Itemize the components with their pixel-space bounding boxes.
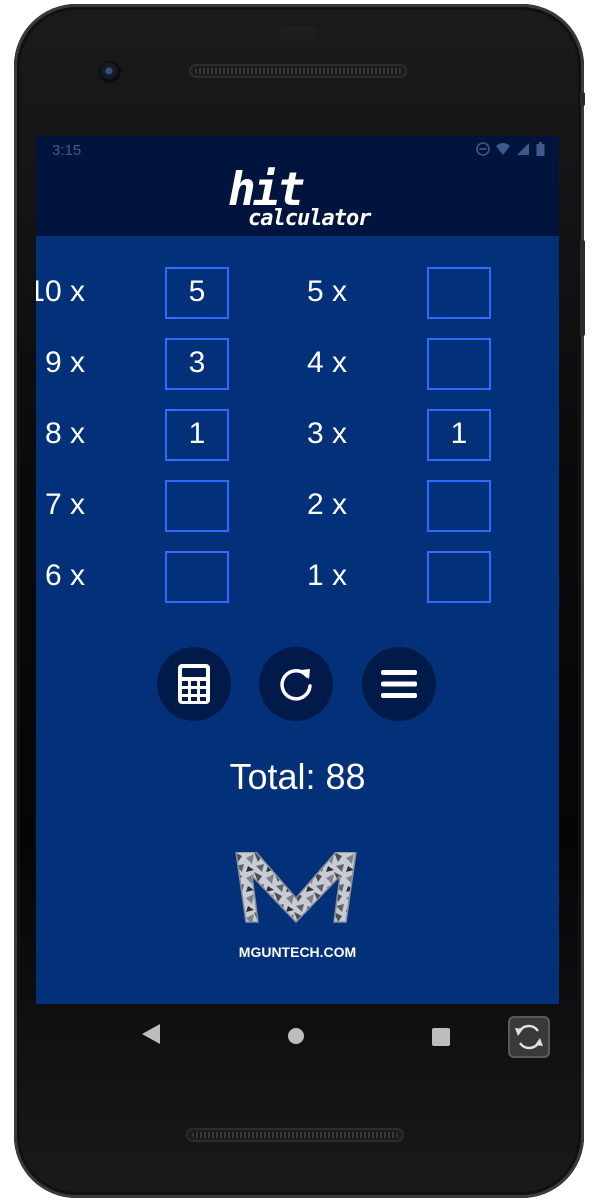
menu-button[interactable] [362, 647, 436, 721]
top-speaker-grille [189, 64, 407, 78]
brand-text: MGUNTECH.COM [238, 944, 357, 960]
status-bar: 3:15 [36, 136, 559, 164]
multiplier-label: 10 x [36, 275, 85, 308]
app-logo-subtitle: calculator [248, 206, 371, 231]
rotate-icon [515, 1024, 543, 1050]
multiplier-label: 8 x [44, 417, 85, 450]
bottom-speaker-grille [186, 1128, 404, 1142]
calculator-icon [178, 664, 210, 704]
app-header: hit calculator [36, 164, 559, 236]
multiplier-label: 1 x [306, 559, 347, 592]
calculate-button[interactable] [157, 647, 231, 721]
volume-button [580, 240, 585, 336]
earpiece [278, 26, 318, 40]
hit-count-input-2[interactable] [427, 480, 491, 532]
wifi-icon [496, 143, 510, 155]
refresh-icon [280, 668, 312, 701]
home-icon[interactable] [288, 1028, 304, 1044]
hit-count-input-5[interactable] [427, 267, 491, 319]
system-nav-bar [36, 1004, 559, 1066]
multiplier-label: 7 x [44, 488, 85, 521]
menu-icon [381, 670, 417, 698]
recent-apps-icon[interactable] [432, 1028, 450, 1046]
rotate-screen-button[interactable] [508, 1016, 550, 1058]
multiplier-label: 2 x [306, 488, 347, 521]
hit-count-input-8[interactable]: 1 [165, 409, 229, 461]
app-screen: 3:15 hit calculator 10 x 5 9 x 3 8 x 1 7… [36, 136, 559, 1004]
multiplier-label: 5 x [306, 275, 347, 308]
multiplier-label: 3 x [306, 417, 347, 450]
multiplier-label: 4 x [306, 346, 347, 379]
total-display: Total: 88 [229, 756, 366, 797]
do-not-disturb-icon [476, 142, 490, 156]
battery-icon [536, 142, 545, 156]
signal-icon [517, 143, 529, 155]
multiplier-label: 9 x [44, 346, 85, 379]
multiplier-label: 6 x [44, 559, 85, 592]
hit-count-input-1[interactable] [427, 551, 491, 603]
hit-count-input-7[interactable] [165, 480, 229, 532]
hit-count-input-3[interactable]: 1 [427, 409, 491, 461]
phone-side-button [580, 92, 585, 106]
back-icon[interactable] [142, 1024, 160, 1044]
mguntech-logo-icon [235, 852, 357, 924]
hit-count-input-6[interactable] [165, 551, 229, 603]
hit-count-input-4[interactable] [427, 338, 491, 390]
hit-count-input-10[interactable]: 5 [165, 267, 229, 319]
reset-button[interactable] [259, 647, 333, 721]
hit-count-input-9[interactable]: 3 [165, 338, 229, 390]
front-camera [99, 61, 121, 83]
status-time: 3:15 [52, 142, 82, 159]
